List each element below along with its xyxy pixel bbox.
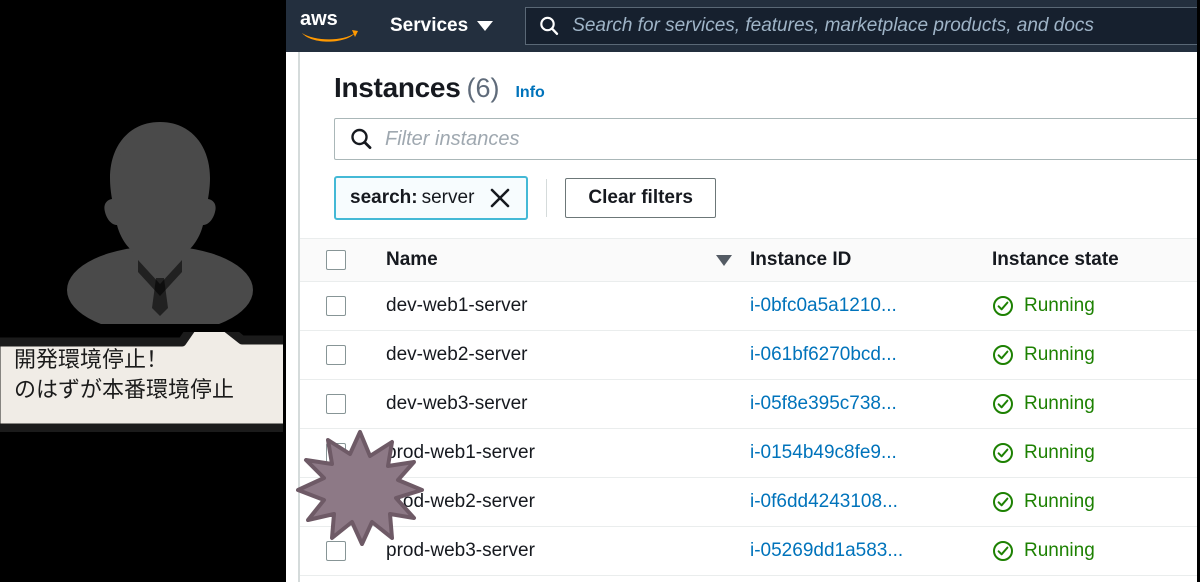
cell-instance-state: Running <box>982 540 1197 562</box>
table-body: dev-web1-server i-0bfc0a5a1210... Running d… <box>300 282 1197 576</box>
table-row[interactable]: prod-web3-server i-05269dd1a583... Running <box>300 527 1197 576</box>
table-row[interactable]: dev-web1-server i-0bfc0a5a1210... Running <box>300 282 1197 331</box>
check-circle-icon <box>993 492 1013 512</box>
cell-instance-state: Running <box>982 393 1197 415</box>
filter-instances-input[interactable]: Filter instances <box>334 118 1197 160</box>
close-icon[interactable] <box>488 186 512 210</box>
cell-instance-state: Running <box>982 491 1197 513</box>
row-checkbox-cell <box>300 443 372 463</box>
instance-name: prod-web2-server <box>386 491 535 512</box>
check-circle-icon <box>993 296 1013 316</box>
filter-chip-key: search: <box>350 187 418 208</box>
instance-id-link[interactable]: i-05f8e395c738... <box>750 393 897 414</box>
active-filters-row: search: server Clear filters <box>300 160 1197 220</box>
table-row[interactable]: prod-web1-server i-0154b49c8fe9... Running <box>300 429 1197 478</box>
column-header-name[interactable]: Name <box>372 249 744 271</box>
cell-instance-id: i-05f8e395c738... <box>744 393 982 415</box>
instance-state-label: Running <box>1024 491 1095 512</box>
divider <box>546 179 548 217</box>
instances-table: Name Instance ID Instance state dev-web1… <box>300 238 1197 576</box>
row-checkbox[interactable] <box>326 492 346 512</box>
instance-name: dev-web2-server <box>386 344 528 365</box>
row-checkbox[interactable] <box>326 296 346 316</box>
cell-instance-state: Running <box>982 442 1197 464</box>
services-label: Services <box>390 15 469 36</box>
cell-instance-state: Running <box>982 344 1197 366</box>
chevron-down-icon <box>477 21 494 31</box>
row-checkbox-cell <box>300 541 372 561</box>
row-checkbox[interactable] <box>326 345 346 365</box>
person-avatar-icon <box>67 122 253 324</box>
column-header-instance-state-label: Instance state <box>992 249 1119 270</box>
svg-text:aws: aws <box>300 8 338 30</box>
instance-name: prod-web1-server <box>386 442 535 463</box>
cell-instance-state: Running <box>982 295 1197 317</box>
table-row[interactable]: dev-web3-server i-05f8e395c738... Running <box>300 380 1197 429</box>
cell-instance-id: i-0bfc0a5a1210... <box>744 295 982 317</box>
instance-state-label: Running <box>1024 540 1095 561</box>
instance-name: dev-web1-server <box>386 295 528 316</box>
column-header-instance-id-label: Instance ID <box>750 249 852 270</box>
table-row[interactable]: prod-web2-server i-0f6dd4243108... Running <box>300 478 1197 527</box>
page-title: Instances <box>334 72 461 103</box>
check-circle-icon <box>993 345 1013 365</box>
filter-row: Filter instances <box>300 104 1197 160</box>
cell-instance-id: i-05269dd1a583... <box>744 540 982 562</box>
select-all-checkbox[interactable] <box>326 250 346 270</box>
instance-name: prod-web3-server <box>386 540 535 561</box>
instance-state-label: Running <box>1024 295 1095 316</box>
instance-id-link[interactable]: i-0f6dd4243108... <box>750 491 898 512</box>
top-navigation-bar: aws Services Search for services, featur… <box>286 0 1197 52</box>
row-checkbox-cell <box>300 492 372 512</box>
search-icon <box>540 16 559 35</box>
column-header-instance-id[interactable]: Instance ID <box>744 249 982 271</box>
cell-instance-id: i-061bf6270bcd... <box>744 344 982 366</box>
select-all-checkbox-cell <box>300 250 372 270</box>
instance-id-link[interactable]: i-0154b49c8fe9... <box>750 442 897 463</box>
cell-name: prod-web1-server <box>372 442 744 464</box>
cell-name: dev-web2-server <box>372 344 744 366</box>
instance-name: dev-web3-server <box>386 393 528 414</box>
table-row[interactable]: dev-web2-server i-061bf6270bcd... Running <box>300 331 1197 380</box>
cell-name: dev-web3-server <box>372 393 744 415</box>
aws-console-panel: aws Services Search for services, featur… <box>283 0 1200 582</box>
content-area: Instances (6) Info Filter instances sear… <box>298 52 1197 582</box>
instance-count: (6) <box>466 73 500 103</box>
instance-id-link[interactable]: i-05269dd1a583... <box>750 540 903 561</box>
column-header-name-label: Name <box>386 249 438 270</box>
cell-name: prod-web3-server <box>372 540 744 562</box>
services-menu-button[interactable]: Services <box>390 15 494 37</box>
check-circle-icon <box>993 541 1013 561</box>
cell-instance-id: i-0f6dd4243108... <box>744 491 982 513</box>
instance-id-link[interactable]: i-061bf6270bcd... <box>750 344 897 365</box>
instance-state-label: Running <box>1024 442 1095 463</box>
table-header-row: Name Instance ID Instance state <box>300 238 1197 282</box>
global-search-placeholder: Search for services, features, marketpla… <box>572 15 1094 36</box>
check-circle-icon <box>993 394 1013 414</box>
search-icon <box>351 128 372 150</box>
cell-instance-id: i-0154b49c8fe9... <box>744 442 982 464</box>
sort-descending-icon[interactable] <box>716 254 732 266</box>
check-circle-icon <box>993 443 1013 463</box>
row-checkbox[interactable] <box>326 394 346 414</box>
filter-chip-search[interactable]: search: server <box>334 176 529 220</box>
row-checkbox-cell <box>300 296 372 316</box>
global-search-input[interactable]: Search for services, features, marketpla… <box>525 7 1197 45</box>
clear-filters-button[interactable]: Clear filters <box>565 178 716 218</box>
info-link[interactable]: Info <box>515 84 544 102</box>
cell-name: dev-web1-server <box>372 295 744 317</box>
instance-id-link[interactable]: i-0bfc0a5a1210... <box>750 295 897 316</box>
bubble-text: 開発環境停止！ のはずが本番環境停止 <box>14 348 235 403</box>
column-header-instance-state[interactable]: Instance state <box>982 249 1197 271</box>
row-checkbox[interactable] <box>326 541 346 561</box>
instance-state-label: Running <box>1024 393 1095 414</box>
filter-chip-value: server <box>421 187 475 208</box>
row-checkbox[interactable] <box>326 443 346 463</box>
filter-placeholder: Filter instances <box>385 127 520 150</box>
page-header: Instances (6) Info <box>300 52 1197 104</box>
instance-state-label: Running <box>1024 344 1095 365</box>
aws-logo-icon[interactable]: aws <box>298 8 360 44</box>
cell-name: prod-web2-server <box>372 491 744 513</box>
